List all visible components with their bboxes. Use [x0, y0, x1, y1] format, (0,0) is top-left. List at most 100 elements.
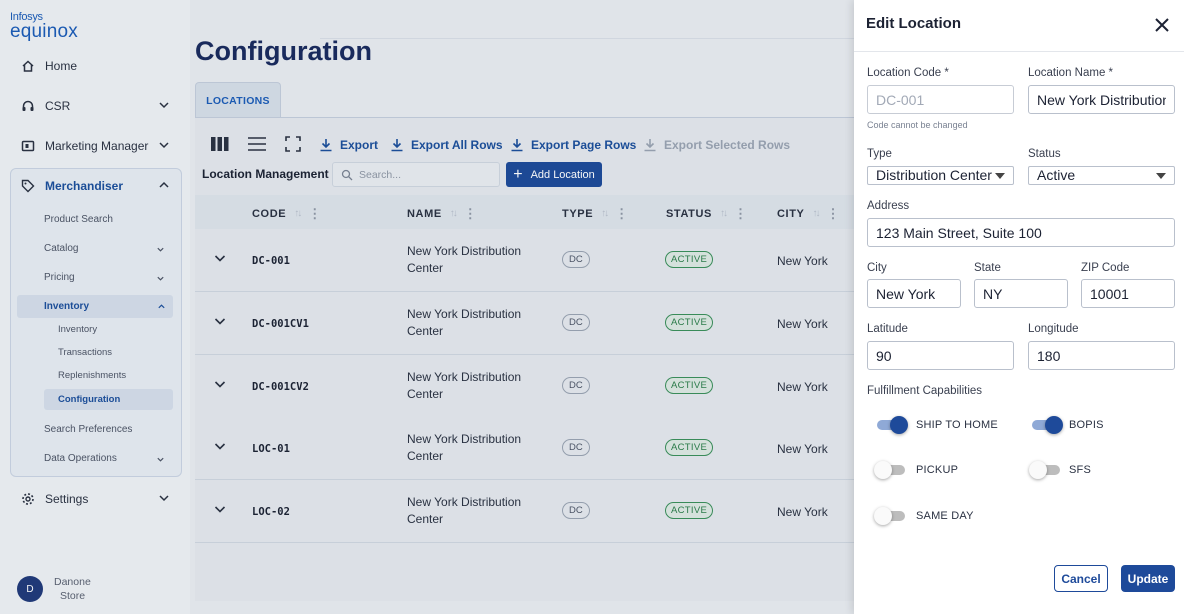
column-header-name[interactable]: NAME ↑↓ ⋮ — [407, 207, 477, 220]
export-selected-rows-button[interactable]: Export Selected Rows — [643, 138, 790, 152]
expand-row-icon[interactable] — [213, 251, 227, 265]
add-location-label: Add Location — [530, 168, 595, 181]
nav-product-search[interactable]: Product Search — [44, 214, 113, 225]
type-badge: DC — [562, 314, 590, 331]
search-input[interactable] — [359, 168, 479, 181]
sfs-label: SFS — [1069, 464, 1091, 476]
nav-inventory-replenishments[interactable]: Replenishments — [58, 370, 126, 381]
table-row[interactable]: DC-001 New York Distribution Center DC A… — [195, 229, 854, 292]
nav-settings[interactable]: Settings — [12, 485, 184, 513]
column-header-status[interactable]: STATUS ↑↓ ⋮ — [666, 207, 748, 220]
nav-search-preferences[interactable]: Search Preferences — [44, 424, 132, 435]
user-profile[interactable]: D Danone Store — [17, 575, 91, 603]
table-row[interactable]: LOC-01 New York Distribution Center DC A… — [195, 417, 854, 480]
location-code-label: Location Code * — [867, 67, 949, 79]
pickup-label: PICKUP — [916, 464, 959, 476]
add-location-button[interactable]: + Add Location — [506, 162, 602, 187]
zip-field[interactable] — [1081, 279, 1175, 308]
table-row[interactable]: LOC-02 New York Distribution Center DC A… — [195, 480, 854, 543]
export-page-rows-button[interactable]: Export Page Rows — [510, 138, 636, 152]
city-field[interactable] — [867, 279, 961, 308]
nav-home-label: Home — [45, 59, 78, 73]
sort-icon[interactable]: ↑↓ — [812, 208, 820, 219]
export-selected-label: Export Selected Rows — [664, 138, 791, 152]
column-menu-icon[interactable]: ⋮ — [464, 207, 478, 220]
longitude-field[interactable] — [1028, 341, 1175, 370]
nav-inventory-label: Inventory — [44, 301, 90, 312]
cancel-button[interactable]: Cancel — [1054, 565, 1108, 592]
column-label: CITY — [777, 207, 805, 220]
dropdown-arrow-icon — [995, 173, 1005, 179]
table-header: CODE ↑↓ ⋮ NAME ↑↓ ⋮ TYPE ↑↓ ⋮ STATUS ↑↓ ⋮ CITY ↑↓… — [195, 195, 854, 231]
location-code-field[interactable] — [867, 85, 1014, 114]
expand-row-icon[interactable] — [213, 314, 227, 328]
nav-inventory-transactions[interactable]: Transactions — [58, 347, 112, 358]
sort-icon[interactable]: ↑↓ — [294, 208, 302, 219]
expand-row-icon[interactable] — [213, 502, 227, 516]
user-store: Store — [60, 590, 86, 602]
campaign-icon — [20, 138, 36, 154]
update-button[interactable]: Update — [1121, 565, 1175, 592]
sfs-toggle[interactable] — [1029, 460, 1061, 480]
fullscreen-icon[interactable] — [285, 136, 301, 152]
nav-inventory-configuration[interactable]: Configuration — [44, 389, 173, 410]
tab-locations[interactable]: LOCATIONS — [195, 82, 281, 118]
sort-icon[interactable]: ↑↓ — [601, 208, 609, 219]
cell-city: New York — [777, 317, 828, 331]
column-header-type[interactable]: TYPE ↑↓ ⋮ — [562, 207, 629, 220]
density-icon[interactable] — [247, 136, 267, 152]
columns-icon[interactable] — [210, 136, 230, 152]
nav-merchandiser[interactable]: Merchandiser — [12, 172, 184, 200]
brand-logo[interactable]: Infosys equinox — [10, 12, 78, 42]
close-icon[interactable] — [1154, 17, 1170, 33]
table-row[interactable]: DC-001CV2 New York Distribution Center D… — [195, 355, 854, 418]
expand-row-icon[interactable] — [213, 439, 227, 453]
table-row[interactable]: DC-001CV1 New York Distribution Center D… — [195, 292, 854, 355]
chevron-down-icon — [157, 276, 164, 281]
bopis-toggle[interactable] — [1029, 415, 1063, 435]
chevron-up-icon — [159, 181, 169, 188]
location-name-field[interactable] — [1028, 85, 1175, 114]
status-select[interactable]: Active — [1028, 166, 1175, 185]
state-field[interactable] — [974, 279, 1068, 308]
status-select-value: Active — [1037, 167, 1076, 183]
sort-icon[interactable]: ↑↓ — [720, 208, 728, 219]
nav-marketing-manager[interactable]: Marketing Manager — [12, 132, 184, 160]
ship-to-home-toggle[interactable] — [874, 415, 908, 435]
cell-name: New York Distribution Center — [407, 432, 522, 463]
type-badge: DC — [562, 377, 590, 394]
user-info: Danone Store — [54, 575, 91, 603]
gear-icon — [20, 491, 36, 507]
nav-inventory[interactable]: Inventory — [17, 295, 173, 318]
header-divider — [320, 38, 854, 39]
type-select[interactable]: Distribution Center — [867, 166, 1014, 185]
nav-pricing[interactable]: Pricing — [44, 272, 172, 283]
city-label: City — [867, 262, 887, 274]
nav-inventory-inventory[interactable]: Inventory — [58, 324, 97, 335]
type-badge: DC — [562, 439, 590, 456]
column-menu-icon[interactable]: ⋮ — [734, 207, 748, 220]
same-day-toggle[interactable] — [874, 506, 906, 526]
column-menu-icon[interactable]: ⋮ — [826, 207, 840, 220]
zip-label: ZIP Code — [1081, 262, 1130, 274]
column-header-city[interactable]: CITY ↑↓ ⋮ — [777, 207, 840, 220]
expand-row-icon[interactable] — [213, 377, 227, 391]
search-field[interactable] — [332, 162, 500, 187]
sort-icon[interactable]: ↑↓ — [450, 208, 458, 219]
download-icon — [644, 139, 656, 152]
latitude-field[interactable] — [867, 341, 1014, 370]
nav-data-operations[interactable]: Data Operations — [44, 453, 172, 464]
export-all-rows-button[interactable]: Export All Rows — [390, 138, 503, 152]
nav-home[interactable]: Home — [12, 52, 184, 80]
column-menu-icon[interactable]: ⋮ — [615, 207, 629, 220]
nav-catalog[interactable]: Catalog — [44, 243, 172, 254]
cell-city: New York — [777, 505, 828, 519]
chevron-down-icon — [159, 495, 169, 502]
export-button[interactable]: Export — [319, 138, 378, 152]
column-header-code[interactable]: CODE ↑↓ ⋮ — [252, 207, 322, 220]
nav-csr[interactable]: CSR — [12, 92, 184, 120]
address-field[interactable] — [867, 218, 1175, 247]
column-menu-icon[interactable]: ⋮ — [308, 207, 322, 220]
ship-to-home-label: SHIP TO HOME — [916, 419, 998, 431]
pickup-toggle[interactable] — [874, 460, 906, 480]
